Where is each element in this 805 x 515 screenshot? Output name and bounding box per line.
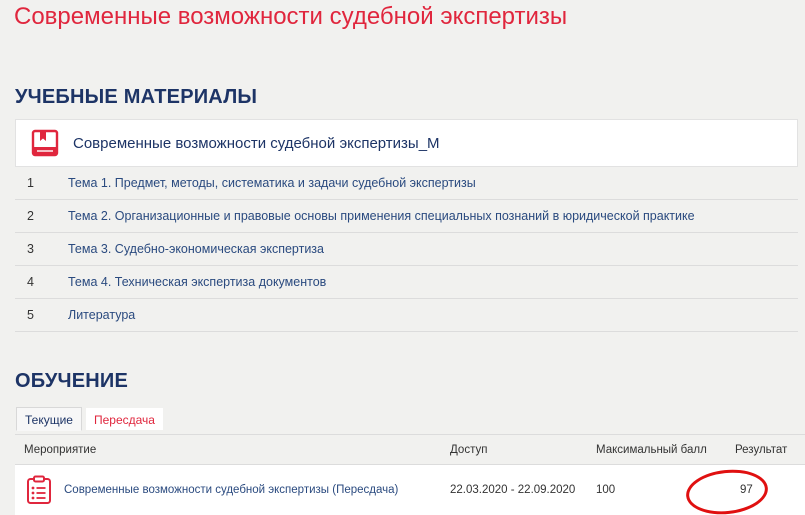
topic-number: 1 [27, 176, 34, 190]
tab-retake[interactable]: Пересдача [84, 407, 164, 431]
topic-row: 3 Тема 3. Судебно-экономическая эксперти… [15, 233, 798, 266]
event-cell: Современные возможности судебной эксперт… [15, 475, 450, 505]
topic-link[interactable]: Тема 1. Предмет, методы, систематика и з… [68, 176, 476, 190]
learning-tabs: Текущие Пересдача [16, 407, 164, 431]
event-link[interactable]: Современные возможности судебной эксперт… [64, 484, 398, 496]
topic-link[interactable]: Литература [68, 308, 135, 322]
topic-number: 4 [27, 275, 34, 289]
topic-row: 4 Тема 4. Техническая экспертиза докумен… [15, 266, 798, 299]
tab-current[interactable]: Текущие [16, 407, 82, 431]
material-card[interactable]: Современные возможности судебной эксперт… [15, 119, 798, 167]
topic-row: 1 Тема 1. Предмет, методы, систематика и… [15, 167, 798, 200]
column-header-access: Доступ [450, 443, 488, 456]
book-icon [31, 129, 59, 157]
material-card-title[interactable]: Современные возможности судебной эксперт… [73, 135, 440, 152]
materials-heading: УЧЕБНЫЕ МАТЕРИАЛЫ [15, 86, 258, 108]
topic-number: 2 [27, 209, 34, 223]
page-title: Современные возможности судебной эксперт… [14, 3, 568, 30]
topic-number: 3 [27, 242, 34, 256]
topic-link[interactable]: Тема 3. Судебно-экономическая экспертиза [68, 242, 324, 256]
topic-row: 5 Литература [15, 299, 798, 332]
topic-link[interactable]: Тема 2. Организационные и правовые основ… [68, 209, 695, 223]
topic-number: 5 [27, 308, 34, 322]
topic-row: 2 Тема 2. Организационные и правовые осн… [15, 200, 798, 233]
clipboard-list-icon [27, 475, 51, 504]
column-header-result: Результат [735, 443, 788, 456]
learning-table: Мероприятие Доступ Максимальный балл Рез… [15, 434, 805, 515]
topic-link[interactable]: Тема 4. Техническая экспертиза документо… [68, 275, 326, 289]
table-header: Мероприятие Доступ Максимальный балл Рез… [15, 434, 805, 465]
column-header-max-score: Максимальный балл [596, 443, 707, 456]
column-header-event: Мероприятие [24, 443, 97, 456]
access-cell: 22.03.2020 - 22.09.2020 [450, 484, 576, 496]
topic-list: 1 Тема 1. Предмет, методы, систематика и… [15, 167, 798, 332]
learning-heading: ОБУЧЕНИЕ [15, 370, 129, 392]
